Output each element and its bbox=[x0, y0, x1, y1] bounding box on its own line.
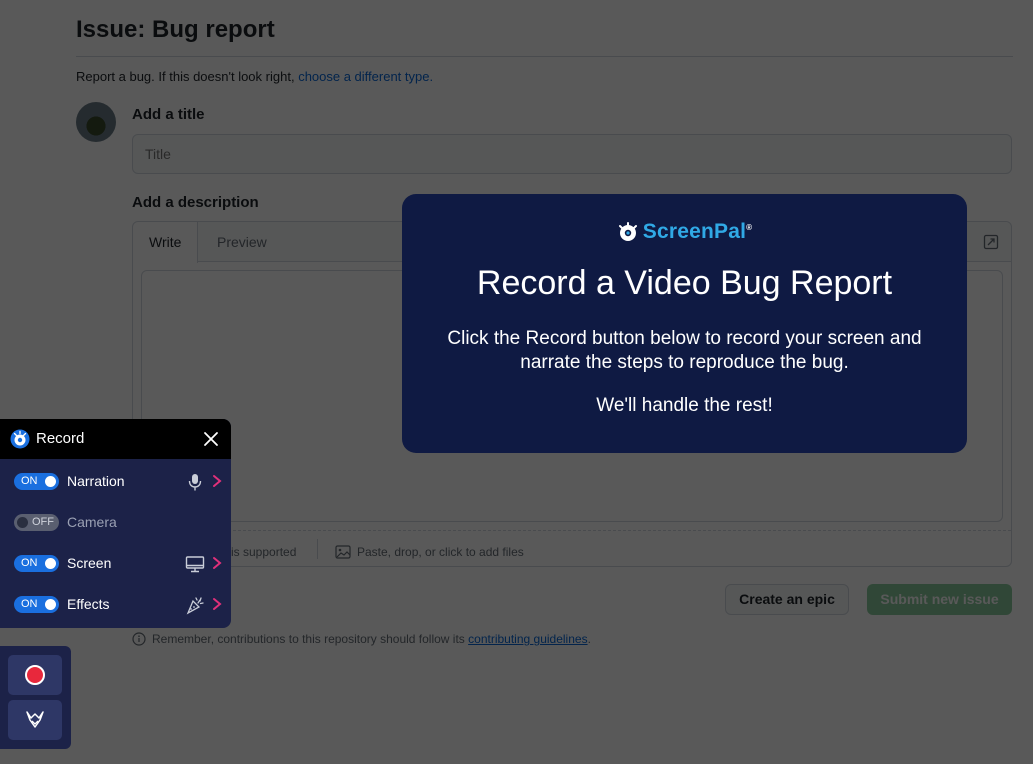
screen-toggle-state: ON bbox=[21, 557, 38, 569]
record-button[interactable] bbox=[8, 655, 62, 695]
issue-type-note: Report a bug. If this doesn't look right… bbox=[76, 69, 433, 84]
description-label: Add a description bbox=[132, 194, 259, 211]
submit-issue-button[interactable]: Submit new issue bbox=[867, 584, 1012, 615]
screenpal-menu-button[interactable] bbox=[8, 700, 62, 740]
camera-row: OFF Camera bbox=[0, 501, 231, 542]
attach-files[interactable]: Paste, drop, or click to add files bbox=[335, 545, 524, 559]
modal-tagline: We'll handle the rest! bbox=[596, 395, 773, 416]
screenpal-icon bbox=[10, 429, 30, 449]
toggle-knob bbox=[45, 599, 56, 610]
contribution-note: Remember, contributions to this reposito… bbox=[132, 632, 591, 646]
heading-divider bbox=[76, 56, 1013, 57]
create-epic-button[interactable]: Create an epic bbox=[725, 584, 849, 615]
screenpal-modal: ScreenPal® Record a Video Bug Report Cli… bbox=[402, 194, 967, 453]
effects-toggle-state: ON bbox=[21, 598, 38, 610]
screen-chevron-icon[interactable] bbox=[210, 555, 224, 571]
tab-preview[interactable]: Preview bbox=[201, 222, 283, 262]
modal-title: Record a Video Bug Report bbox=[476, 264, 893, 302]
toggle-knob bbox=[45, 558, 56, 569]
title-label: Add a title bbox=[132, 106, 205, 123]
effects-label: Effects bbox=[67, 596, 110, 612]
camera-toggle[interactable]: OFF bbox=[14, 514, 59, 531]
screenpal-logo: ScreenPal® bbox=[402, 220, 967, 244]
screenpal-brand: ScreenPal bbox=[642, 220, 747, 243]
record-panel: Record ON Narration OFF Camera ON Screen… bbox=[0, 419, 231, 628]
record-panel-header: Record bbox=[0, 419, 231, 459]
screen-toggle[interactable]: ON bbox=[14, 555, 59, 572]
microphone-icon bbox=[188, 474, 202, 491]
narration-toggle[interactable]: ON bbox=[14, 473, 59, 490]
contribution-end: . bbox=[587, 632, 591, 646]
effects-chevron-icon[interactable] bbox=[210, 596, 224, 612]
image-icon bbox=[335, 545, 351, 559]
record-toolbar bbox=[0, 646, 71, 749]
camera-label: Camera bbox=[67, 514, 117, 530]
camera-toggle-state: OFF bbox=[32, 516, 54, 528]
tab-write[interactable]: Write bbox=[133, 222, 199, 263]
screen-label: Screen bbox=[67, 555, 112, 571]
screen-row: ON Screen bbox=[0, 542, 231, 583]
contribution-text: Remember, contributions to this reposito… bbox=[152, 632, 465, 646]
issue-type-text: Report a bug. If this doesn't look right… bbox=[76, 69, 295, 84]
info-icon bbox=[132, 632, 146, 646]
toggle-knob bbox=[17, 517, 28, 528]
registered-mark: ® bbox=[746, 223, 753, 232]
editor-footer: is supported Paste, drop, or click to ad… bbox=[133, 530, 1011, 566]
markdown-note: is supported bbox=[231, 545, 297, 559]
screenpal-logo-icon bbox=[618, 222, 637, 241]
effects-row: ON Effects bbox=[0, 583, 231, 624]
close-icon[interactable] bbox=[201, 429, 221, 449]
narration-row: ON Narration bbox=[0, 460, 231, 501]
modal-instructions: Click the Record button below to record … bbox=[447, 328, 922, 373]
record-panel-title: Record bbox=[36, 430, 85, 447]
narration-label: Narration bbox=[67, 473, 125, 489]
monitor-icon bbox=[185, 556, 205, 573]
narration-toggle-state: ON bbox=[21, 475, 38, 487]
narration-chevron-icon[interactable] bbox=[210, 473, 224, 489]
effects-icon bbox=[186, 597, 204, 615]
avatar bbox=[76, 102, 116, 142]
choose-type-link[interactable]: choose a different type. bbox=[298, 69, 433, 84]
contributing-guidelines-link[interactable]: contributing guidelines bbox=[468, 632, 587, 646]
page-title: Issue: Bug report bbox=[76, 16, 275, 43]
title-input[interactable] bbox=[132, 134, 1012, 174]
record-dot-icon bbox=[25, 665, 45, 685]
attach-label: Paste, drop, or click to add files bbox=[357, 545, 524, 559]
effects-toggle[interactable]: ON bbox=[14, 596, 59, 613]
screenpal-menu-icon bbox=[26, 711, 44, 728]
footer-divider bbox=[317, 539, 318, 559]
toggle-knob bbox=[45, 476, 56, 487]
fullscreen-icon[interactable] bbox=[983, 234, 999, 250]
